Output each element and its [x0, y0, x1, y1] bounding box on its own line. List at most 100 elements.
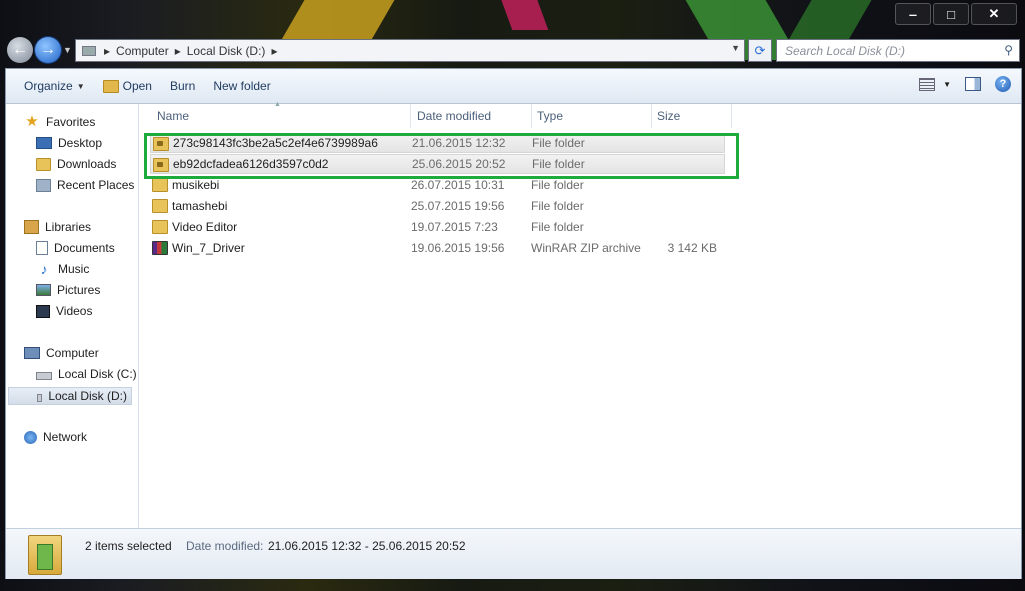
breadcrumb-separator-icon[interactable]: ▸: [271, 44, 277, 58]
hard-drive-icon: [37, 394, 43, 402]
arrow-right-icon: →: [40, 41, 56, 58]
new-folder-label: New folder: [213, 79, 271, 93]
breadcrumb-separator-icon[interactable]: ▸: [104, 44, 110, 58]
nav-computer[interactable]: Computer: [24, 346, 99, 360]
back-button[interactable]: ←: [7, 37, 33, 63]
file-date: 26.07.2015 10:31: [411, 178, 505, 192]
network-icon: [24, 430, 37, 444]
column-type-label: Type: [537, 109, 564, 123]
address-dropdown-icon[interactable]: ▼: [731, 43, 740, 53]
file-name: tamashebi: [172, 199, 228, 213]
close-button[interactable]: ✕: [971, 3, 1017, 25]
breadcrumb: ▸ Computer ▸ Local Disk (D:) ▸: [104, 44, 277, 58]
file-type: File folder: [531, 178, 584, 192]
nav-local-disk-d[interactable]: Local Disk (D:): [8, 387, 132, 405]
file-date: 25.07.2015 19:56: [411, 199, 505, 213]
refresh-icon: ⟳: [754, 42, 766, 58]
nav-libraries[interactable]: Libraries: [24, 220, 91, 234]
maximize-button[interactable]: □: [933, 3, 969, 25]
breadcrumb-separator-icon[interactable]: ▸: [175, 44, 181, 58]
file-row[interactable]: 273c98143fc3be2a5c2ef4e6739989a6 21.06.2…: [150, 133, 725, 153]
winrar-archive-icon: [152, 241, 168, 255]
new-folder-button[interactable]: New folder: [213, 79, 270, 93]
view-details-icon: [919, 77, 936, 91]
file-type: WinRAR ZIP archive: [531, 241, 641, 255]
file-row[interactable]: Win_7_Driver 19.06.2015 19:56 WinRAR ZIP…: [150, 238, 725, 258]
search-placeholder: Search Local Disk (D:): [785, 43, 906, 58]
libraries-icon: [24, 220, 39, 234]
recent-pages-dropdown[interactable]: ▼: [63, 45, 72, 55]
file-size: 3 142 KB: [667, 241, 717, 255]
column-date-label: Date modified: [417, 109, 492, 123]
nav-desktop[interactable]: Desktop: [36, 136, 102, 150]
help-icon[interactable]: ?: [995, 76, 1011, 92]
change-view-button[interactable]: ▼: [919, 77, 951, 91]
refresh-button[interactable]: ⟳: [748, 39, 772, 62]
breadcrumb-computer[interactable]: Computer: [116, 44, 169, 58]
command-bar: Organize ▼ Open Burn New folder ▼ ?: [6, 69, 1021, 104]
breadcrumb-local-disk-d[interactable]: Local Disk (D:): [187, 44, 266, 58]
nav-documents-label: Documents: [54, 241, 115, 255]
selected-folders-icon: [28, 535, 62, 575]
column-header-name[interactable]: Name: [152, 104, 411, 128]
minimize-button[interactable]: ‒: [895, 3, 931, 25]
music-note-icon: ♪: [40, 261, 48, 277]
nav-local-disk-c-label: Local Disk (C:): [58, 367, 137, 381]
locked-folder-icon: [153, 158, 169, 172]
nav-downloads-label: Downloads: [57, 157, 117, 171]
open-button[interactable]: Open: [102, 79, 152, 93]
computer-icon: [24, 347, 40, 359]
wallpaper-shape: [497, 0, 549, 30]
address-bar[interactable]: ▸ Computer ▸ Local Disk (D:) ▸ ▼: [75, 39, 745, 62]
search-input[interactable]: Search Local Disk (D:) ⚲: [776, 39, 1020, 62]
window-controls: ‒ □ ✕: [895, 3, 1017, 25]
nav-favorites-label: Favorites: [46, 115, 96, 129]
burn-label: Burn: [169, 79, 196, 93]
file-type: File folder: [531, 199, 584, 213]
preview-pane-icon[interactable]: [965, 77, 981, 91]
recent-places-icon: [36, 178, 51, 192]
file-row[interactable]: musikebi 26.07.2015 10:31 File folder: [150, 175, 725, 195]
hard-drive-icon: [36, 372, 52, 380]
nav-recent-places[interactable]: Recent Places: [36, 178, 134, 192]
column-header-type[interactable]: Type: [532, 104, 652, 128]
file-row[interactable]: Video Editor 19.07.2015 7:23 File folder: [150, 217, 725, 237]
downloads-folder-icon: [36, 157, 51, 171]
forward-button[interactable]: →: [35, 37, 61, 63]
nav-music-label: Music: [58, 262, 90, 276]
file-date: 19.06.2015 19:56: [411, 241, 505, 255]
nav-favorites[interactable]: ★ Favorites: [24, 114, 96, 129]
column-size-label: Size: [657, 109, 681, 123]
burn-button[interactable]: Burn: [170, 79, 195, 93]
nav-pictures-label: Pictures: [57, 283, 101, 297]
video-icon: [36, 304, 50, 318]
nav-downloads[interactable]: Downloads: [36, 157, 116, 171]
organize-label: Organize: [24, 79, 73, 93]
locked-folder-icon: [153, 137, 169, 151]
nav-local-disk-c[interactable]: Local Disk (C:): [36, 367, 137, 381]
selection-count: 2 items selected: [85, 539, 172, 553]
chevron-down-icon: ▼: [943, 79, 951, 89]
file-row[interactable]: eb92dcfadea6126d3597c0d2 25.06.2015 20:5…: [150, 154, 725, 174]
navigation-pane: ★ Favorites Desktop Downloads Recent Pla…: [6, 104, 139, 534]
column-header-date-modified[interactable]: Date modified: [412, 104, 532, 128]
file-date: 25.06.2015 20:52: [412, 157, 506, 171]
organize-button[interactable]: Organize ▼: [24, 79, 85, 93]
column-header-size[interactable]: Size: [652, 104, 732, 128]
document-icon: [36, 241, 48, 255]
nav-music[interactable]: ♪ Music: [36, 261, 90, 277]
folder-open-icon: [102, 79, 119, 93]
drive-icon: [82, 45, 96, 56]
file-type: File folder: [532, 157, 585, 171]
folder-icon: [152, 220, 168, 234]
nav-videos[interactable]: Videos: [36, 304, 92, 318]
nav-network[interactable]: Network: [24, 430, 87, 444]
navigation-bar: ← → ▼ ▸ Computer ▸ Local Disk (D:) ▸ ▼ ⟳…: [0, 35, 1025, 65]
nav-documents[interactable]: Documents: [36, 241, 115, 255]
nav-pictures[interactable]: Pictures: [36, 283, 100, 297]
search-icon[interactable]: ⚲: [1004, 43, 1013, 57]
file-name: eb92dcfadea6126d3597c0d2: [173, 157, 329, 171]
file-date: 21.06.2015 12:32: [412, 136, 506, 150]
file-row[interactable]: tamashebi 25.07.2015 19:56 File folder: [150, 196, 725, 216]
date-modified-value: 21.06.2015 12:32 - 25.06.2015 20:52: [268, 539, 466, 553]
